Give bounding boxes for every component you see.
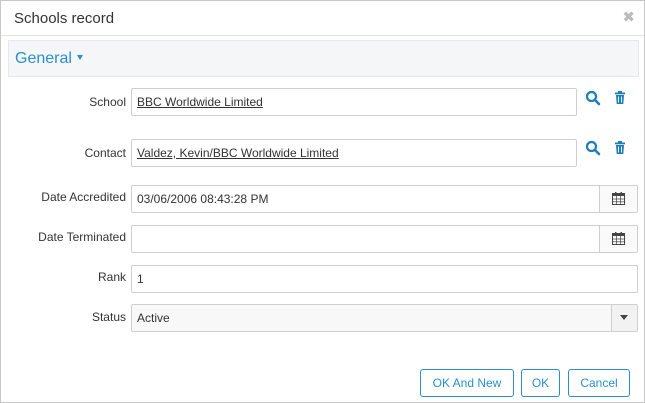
date-terminated-picker-button[interactable] xyxy=(599,226,637,252)
dialog-titlebar: Schools record ✖ xyxy=(1,1,644,36)
rank-label: Rank xyxy=(97,270,126,284)
section-general[interactable]: General xyxy=(8,40,639,77)
section-title[interactable]: General xyxy=(15,50,72,68)
calendar-icon xyxy=(612,192,625,205)
date-accredited-field[interactable]: 03/06/2006 08:43:28 PM xyxy=(131,185,638,213)
status-value: Active xyxy=(137,311,170,325)
date-terminated-label: Date Terminated xyxy=(38,230,126,244)
contact-label: Contact xyxy=(84,146,126,160)
contact-search-icon[interactable] xyxy=(585,140,601,156)
rank-value[interactable]: 1 xyxy=(137,272,144,286)
school-field[interactable]: BBC Worldwide Limited xyxy=(131,88,577,116)
date-terminated-field[interactable] xyxy=(131,225,638,253)
school-label: School xyxy=(89,95,126,109)
school-link[interactable]: BBC Worldwide Limited xyxy=(137,95,263,109)
ok-and-new-button[interactable]: OK And New xyxy=(420,369,514,397)
date-accredited-value[interactable]: 03/06/2006 08:43:28 PM xyxy=(137,192,268,206)
chevron-down-icon xyxy=(77,55,83,60)
school-trash-icon[interactable] xyxy=(612,90,628,106)
status-label: Status xyxy=(91,310,126,324)
calendar-icon xyxy=(612,232,625,245)
contact-field[interactable]: Valdez, Kevin/BBC Worldwide Limited xyxy=(131,139,577,167)
caret-down-icon xyxy=(620,315,628,320)
date-accredited-label: Date Accredited xyxy=(41,190,126,204)
school-search-icon[interactable] xyxy=(585,90,601,106)
rank-input[interactable]: 1 xyxy=(131,265,638,293)
contact-trash-icon[interactable] xyxy=(612,140,628,156)
close-icon[interactable]: ✖ xyxy=(622,10,635,26)
status-select[interactable]: Active xyxy=(131,304,638,332)
schools-record-dialog: Schools record ✖ General School BBC Worl… xyxy=(0,0,645,403)
cancel-button[interactable]: Cancel xyxy=(568,369,630,397)
dialog-title: Schools record xyxy=(14,10,115,27)
status-dropdown-button[interactable] xyxy=(611,305,637,331)
contact-link[interactable]: Valdez, Kevin/BBC Worldwide Limited xyxy=(137,146,339,160)
ok-button[interactable]: OK xyxy=(521,369,560,397)
date-accredited-picker-button[interactable] xyxy=(599,186,637,212)
